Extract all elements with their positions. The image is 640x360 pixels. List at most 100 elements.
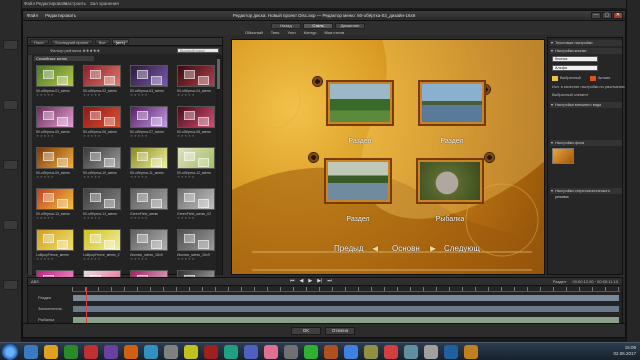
- linked-element-label[interactable]: Выбранный элемент: [552, 93, 589, 97]
- nav-prev-button[interactable]: Предыд: [334, 244, 364, 253]
- bg-menu-edit[interactable]: Редактировать: [36, 1, 67, 6]
- track-clip[interactable]: [72, 305, 620, 313]
- library-tab-source[interactable]: (ист.): [111, 39, 130, 45]
- library-tab-last-project[interactable]: Последний проект: [50, 39, 93, 45]
- template-tile[interactable]: 50-обёртка-06_меню ★★★★★: [83, 106, 123, 144]
- template-tile[interactable]: LollipopFence_меню ★★★★★: [36, 229, 76, 267]
- taskbar-app-icon[interactable]: [424, 345, 438, 359]
- taskbar-app-icon[interactable]: [24, 345, 38, 359]
- timeline-track[interactable]: Раздел: [30, 294, 622, 302]
- template-tile[interactable]: LollipopFence_меню_2 ★★★★★: [83, 229, 123, 267]
- taskbar-app-icon[interactable]: [304, 345, 318, 359]
- menu-caption-4[interactable]: Рыбалка: [415, 216, 485, 223]
- template-rating[interactable]: ★★★★★: [177, 134, 217, 138]
- timeline-ruler[interactable]: [72, 287, 620, 292]
- taskbar-app-icon[interactable]: [404, 345, 418, 359]
- template-rating[interactable]: ★★★★★: [130, 134, 170, 138]
- minimize-button[interactable]: —: [591, 12, 601, 19]
- clock-date[interactable]: 02.06.2017: [613, 351, 636, 357]
- active-color-swatch[interactable]: [590, 76, 596, 81]
- template-rating[interactable]: ★★★★★: [36, 93, 76, 97]
- tab-motion[interactable]: Движение: [335, 23, 365, 29]
- section-text-settings[interactable]: Текстовые настройки: [550, 40, 622, 46]
- rating-filter-label[interactable]: Фильтр рейтинга ★★★★★: [50, 48, 100, 53]
- template-thumbnail[interactable]: [36, 229, 74, 251]
- template-rating[interactable]: ★★★★★: [130, 175, 170, 179]
- start-button-icon[interactable]: [2, 344, 18, 360]
- view-angle[interactable]: Угол: [287, 30, 295, 35]
- nav-main-button[interactable]: Основн: [392, 244, 420, 253]
- template-thumbnail[interactable]: [83, 65, 121, 87]
- template-tile[interactable]: 50-обёртка-13_меню ★★★★★: [36, 188, 76, 226]
- taskbar-app-icon[interactable]: [364, 345, 378, 359]
- tab-style[interactable]: Стиль: [303, 23, 333, 29]
- template-thumbnail[interactable]: [36, 188, 74, 210]
- library-scrollbar[interactable]: [216, 55, 221, 275]
- taskbar-app-icon[interactable]: [324, 345, 338, 359]
- library-category[interactable]: Семейные меню: [34, 56, 94, 61]
- template-tile[interactable]: Исключ_меню_16х9 ★★★★★: [130, 229, 170, 267]
- template-thumbnail[interactable]: [177, 147, 215, 169]
- template-tile[interactable]: 50-обёртка-12_меню ★★★★★: [177, 147, 217, 185]
- template-thumbnail[interactable]: [177, 65, 215, 87]
- use-as-default-label[interactable]: Исп. в качестве настройки по умолчанию: [552, 85, 625, 89]
- play-icon[interactable]: ▶: [308, 279, 312, 284]
- menu-caption-2[interactable]: Раздел: [417, 138, 487, 145]
- template-tile[interactable]: 50-обёртка-07_меню ★★★★★: [130, 106, 170, 144]
- step-back-icon[interactable]: ◀: [300, 279, 304, 284]
- template-tile[interactable]: 50-обёртка-14_меню ★★★★★: [83, 188, 123, 226]
- template-tile[interactable]: 50-обёртка-09_меню ★★★★★: [36, 147, 76, 185]
- template-rating[interactable]: ★★★★★: [130, 257, 170, 261]
- close-button[interactable]: ✕: [613, 12, 623, 19]
- ok-button[interactable]: OK: [291, 327, 321, 335]
- template-rating[interactable]: ★★★★★: [83, 257, 123, 261]
- view-outline[interactable]: Контур: [304, 30, 317, 35]
- taskbar-app-icon[interactable]: [84, 345, 98, 359]
- template-tile[interactable]: 50-обёртка-04_меню ★★★★★: [177, 65, 217, 103]
- taskbar-app-icon[interactable]: [284, 345, 298, 359]
- button-style-field[interactable]: Кнопка: [552, 56, 598, 62]
- template-thumbnail[interactable]: [177, 229, 215, 251]
- taskbar-app-icon[interactable]: [44, 345, 58, 359]
- template-thumbnail[interactable]: [83, 188, 121, 210]
- taskbar-app-icon[interactable]: [204, 345, 218, 359]
- nav-left-arrow-icon[interactable]: ◀: [372, 244, 378, 253]
- template-rating[interactable]: ★★★★★: [36, 175, 76, 179]
- nav-next-button[interactable]: Следующ: [444, 244, 480, 253]
- maximize-button[interactable]: ▢: [602, 12, 612, 19]
- timeline-mode-select[interactable]: Раздел: [553, 279, 566, 284]
- background-thumbnail[interactable]: [552, 148, 574, 164]
- menu-thumbnail-2[interactable]: [418, 80, 486, 126]
- template-thumbnail[interactable]: [83, 147, 121, 169]
- bg-menu-storage[interactable]: Зал хранения: [90, 1, 119, 6]
- menu-thumbnail-3[interactable]: [324, 158, 392, 204]
- bg-menu-settings[interactable]: Настроить: [64, 1, 86, 6]
- menu-caption-3[interactable]: Раздел: [323, 216, 393, 223]
- template-tile[interactable]: 50-обёртка-11_меню ★★★★★: [130, 147, 170, 185]
- template-thumbnail[interactable]: [83, 106, 121, 128]
- taskbar-app-icon[interactable]: [184, 345, 198, 359]
- template-rating[interactable]: ★★★★★: [36, 134, 76, 138]
- template-rating[interactable]: ★★★★★: [36, 216, 76, 220]
- template-rating[interactable]: ★★★★★: [177, 175, 217, 179]
- menu-thumbnail-4[interactable]: [416, 158, 484, 204]
- go-start-icon[interactable]: ⏮: [290, 279, 295, 284]
- template-thumbnail[interactable]: [130, 65, 168, 87]
- template-tile[interactable]: 50-обёртка-10_меню ★★★★★: [83, 147, 123, 185]
- menu-preview[interactable]: Раздел Раздел Раздел Рыбалка Предыд ◀ Ос…: [231, 39, 545, 275]
- template-thumbnail[interactable]: [83, 229, 121, 251]
- taskbar-app-icon[interactable]: [164, 345, 178, 359]
- quick-search-input[interactable]: [177, 48, 219, 53]
- go-end-icon[interactable]: ⏭: [327, 279, 332, 284]
- view-normal[interactable]: Обычный: [245, 30, 263, 35]
- taskbar-app-icon[interactable]: [224, 345, 238, 359]
- button-font-field[interactable]: Альфа: [552, 65, 598, 71]
- template-rating[interactable]: ★★★★★: [177, 257, 217, 261]
- track-clip[interactable]: [72, 294, 620, 302]
- template-rating[interactable]: ★★★★★: [130, 216, 170, 220]
- template-tile[interactable]: GreenField_меню_02 ★★★★★: [177, 188, 217, 226]
- template-rating[interactable]: ★★★★★: [177, 216, 217, 220]
- taskbar-app-icon[interactable]: [264, 345, 278, 359]
- taskbar-app-icon[interactable]: [344, 345, 358, 359]
- taskbar-app-icon[interactable]: [244, 345, 258, 359]
